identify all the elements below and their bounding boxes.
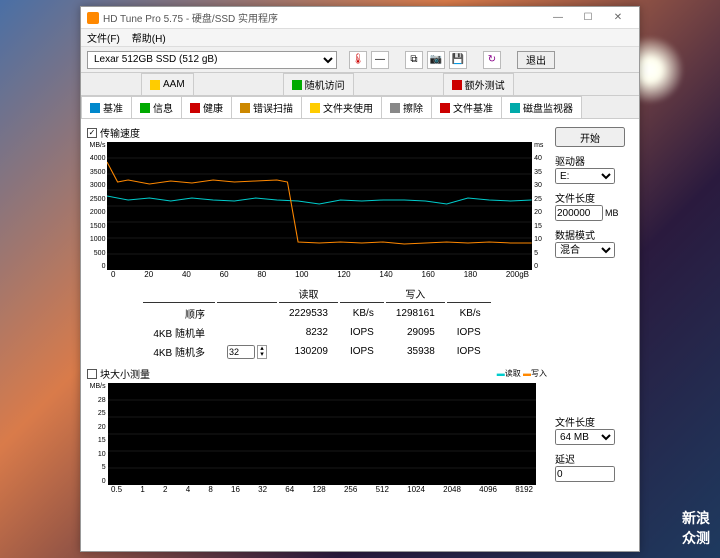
blocksize-checkbox[interactable] bbox=[87, 369, 97, 379]
maximize-button[interactable]: ☐ bbox=[573, 12, 603, 23]
filelen2-label: 文件长度 bbox=[555, 414, 633, 429]
write-line bbox=[107, 162, 532, 244]
filelen-input[interactable] bbox=[555, 205, 603, 221]
tab-monitor[interactable]: 磁盘监视器 bbox=[501, 96, 582, 118]
tool-screenshot-icon[interactable]: 📷 bbox=[427, 51, 445, 69]
speaker-icon bbox=[150, 80, 160, 90]
chart2-xaxis: 0.512481632641282565121024204840968192 bbox=[87, 485, 547, 494]
monitor-icon bbox=[510, 103, 520, 113]
subtab-aam[interactable]: AAM bbox=[141, 73, 194, 95]
section2-header: 块大小测量 ▬读取 ▬写入 bbox=[87, 366, 547, 381]
filelen-unit: MB bbox=[605, 208, 619, 218]
transfer-chart bbox=[107, 142, 532, 270]
random-icon bbox=[292, 80, 302, 90]
section1-header: ✓ 传输速度 bbox=[87, 125, 547, 140]
tab-benchmark[interactable]: 基准 bbox=[81, 96, 132, 118]
chart-legend: ▬读取 ▬写入 bbox=[497, 368, 547, 379]
folder-icon bbox=[310, 103, 320, 113]
section1-title: 传输速度 bbox=[100, 125, 140, 140]
scan-icon bbox=[240, 103, 250, 113]
filelen-label: 文件长度 bbox=[555, 190, 633, 205]
file-icon bbox=[440, 103, 450, 113]
transfer-checkbox[interactable]: ✓ bbox=[87, 128, 97, 138]
tab-erase[interactable]: 擦除 bbox=[381, 96, 432, 118]
heart-icon bbox=[190, 103, 200, 113]
close-button[interactable]: ✕ bbox=[603, 12, 633, 23]
latency-input[interactable] bbox=[555, 466, 615, 482]
minimize-button[interactable]: — bbox=[543, 12, 573, 23]
watermark-line2: 众测 bbox=[682, 528, 710, 548]
datamode-select[interactable]: 混合 bbox=[555, 242, 615, 258]
tab-filebench[interactable]: 文件基准 bbox=[431, 96, 502, 118]
filelen2-select[interactable]: 64 MB bbox=[555, 429, 615, 445]
menu-help[interactable]: 帮助(H) bbox=[132, 30, 166, 45]
tabs: 基准 信息 健康 错误扫描 文件夹使用 擦除 文件基准 磁盘监视器 bbox=[81, 96, 639, 119]
chart1-yright: ms4035302520151050 bbox=[532, 142, 547, 270]
temp-dash: — bbox=[371, 51, 389, 69]
erase-icon bbox=[390, 103, 400, 113]
section2-title: 块大小测量 bbox=[100, 366, 150, 381]
menu-file[interactable]: 文件(F) bbox=[87, 30, 120, 45]
app-window: HD Tune Pro 5.75 - 硬盘/SSD 实用程序 — ☐ ✕ 文件(… bbox=[80, 6, 640, 552]
exit-button[interactable]: 退出 bbox=[517, 51, 555, 69]
subtab-random[interactable]: 随机访问 bbox=[283, 73, 354, 95]
side-panel: 开始 驱动器 E: 文件长度 MB 数据模式 混合 文件长度 64 MB 延迟 bbox=[555, 123, 633, 547]
tab-errorscan[interactable]: 错误扫描 bbox=[231, 96, 302, 118]
temp-icon[interactable]: 🌡 bbox=[349, 51, 367, 69]
titlebar[interactable]: HD Tune Pro 5.75 - 硬盘/SSD 实用程序 — ☐ ✕ bbox=[81, 7, 639, 29]
extra-icon bbox=[452, 80, 462, 90]
chart1-yleft: MB/s40003500300025002000150010005000 bbox=[87, 142, 107, 270]
window-title: HD Tune Pro 5.75 - 硬盘/SSD 实用程序 bbox=[103, 10, 543, 25]
read-line bbox=[107, 196, 532, 204]
gauge-icon bbox=[90, 103, 100, 113]
chart2-yleft: MB/s282520151050 bbox=[87, 383, 108, 485]
thread-spinner[interactable]: ▴▾ bbox=[227, 345, 267, 359]
app-icon bbox=[87, 12, 99, 24]
tab-health[interactable]: 健康 bbox=[181, 96, 232, 118]
blocksize-chart bbox=[108, 383, 536, 485]
tab-folder[interactable]: 文件夹使用 bbox=[301, 96, 382, 118]
menubar: 文件(F) 帮助(H) bbox=[81, 29, 639, 47]
drive-label: 驱动器 bbox=[555, 153, 633, 168]
drive-letter-select[interactable]: E: bbox=[555, 168, 615, 184]
results-table: 读取写入 顺序2229533KB/s1298161KB/s 4KB 随机单823… bbox=[141, 283, 492, 362]
datamode-label: 数据模式 bbox=[555, 227, 633, 242]
subtabs: AAM 随机访问 额外测试 bbox=[81, 73, 639, 96]
tab-info[interactable]: 信息 bbox=[131, 96, 182, 118]
drive-select[interactable]: Lexar 512GB SSD (512 gB) bbox=[87, 51, 337, 69]
tool-copy-icon[interactable]: ⧉ bbox=[405, 51, 423, 69]
tool-save-icon[interactable]: 💾 bbox=[449, 51, 467, 69]
tool-refresh-icon[interactable]: ↻ bbox=[483, 51, 501, 69]
subtab-extra[interactable]: 额外测试 bbox=[443, 73, 514, 95]
start-button[interactable]: 开始 bbox=[555, 127, 625, 147]
toolbar: Lexar 512GB SSD (512 gB) 🌡 — ⧉ 📷 💾 ↻ 退出 bbox=[81, 47, 639, 73]
latency-label: 延迟 bbox=[555, 451, 633, 466]
watermark-line1: 新浪 bbox=[682, 508, 710, 528]
info-icon bbox=[140, 103, 150, 113]
chart1-xaxis: 020406080100120140160180200gB bbox=[87, 270, 547, 279]
